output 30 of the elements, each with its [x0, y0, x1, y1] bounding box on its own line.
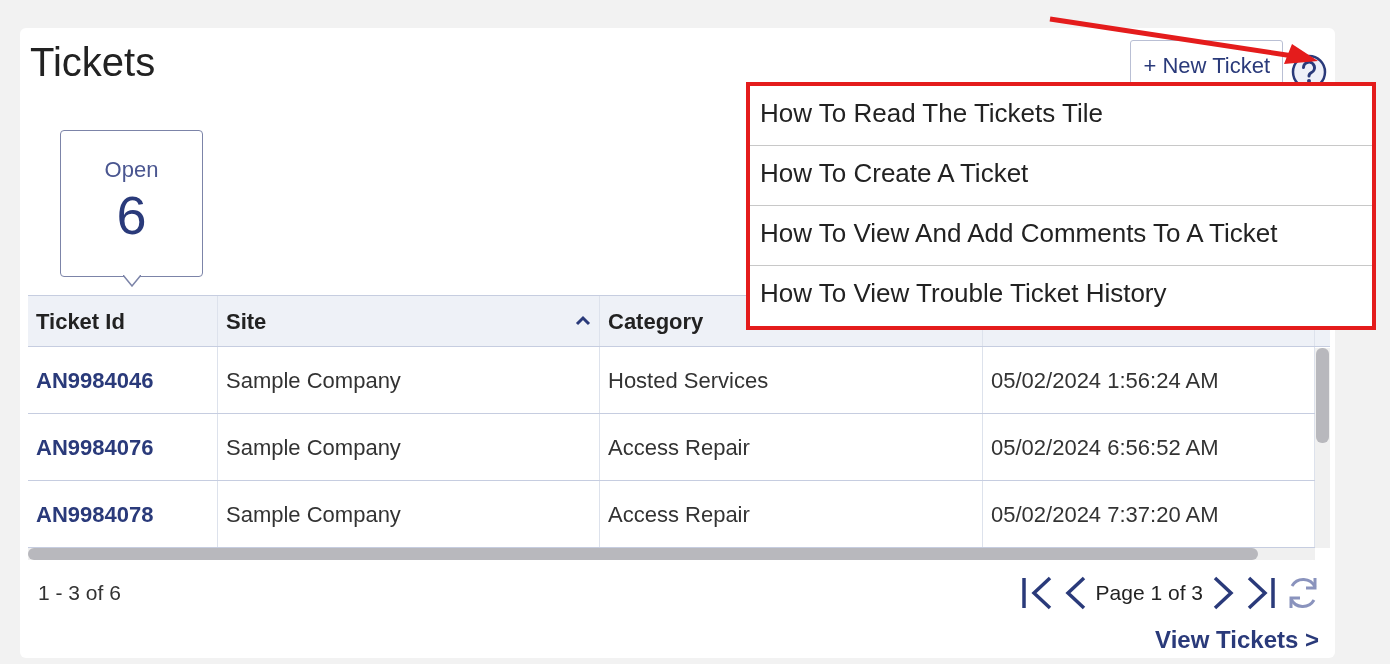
record-range: 1 - 3 of 6: [38, 580, 121, 607]
help-menu-item[interactable]: How To View And Add Comments To A Ticket: [750, 206, 1372, 266]
table-cell-text: Access Repair: [608, 500, 750, 529]
tile-pointer: [123, 275, 141, 287]
help-menu-item[interactable]: How To Create A Ticket: [750, 146, 1372, 206]
sort-ascending-icon[interactable]: [575, 314, 591, 328]
table-cell-text: Sample Company: [226, 433, 401, 462]
ticket-id-link[interactable]: AN9984046: [36, 363, 154, 397]
last-page-icon[interactable]: [1245, 574, 1277, 612]
help-menu-item[interactable]: How To Read The Tickets Tile: [750, 86, 1372, 146]
column-header[interactable]: Site: [218, 296, 600, 346]
view-tickets-link[interactable]: View Tickets >: [20, 622, 1335, 658]
tile-label: Open: [103, 156, 160, 184]
help-menu-item[interactable]: How To View Trouble Ticket History: [750, 266, 1372, 326]
page-title: Tickets: [30, 40, 156, 84]
table-cell-text: Hosted Services: [608, 366, 769, 395]
ticket-id-link[interactable]: AN9984076: [36, 430, 154, 464]
table-cell-text: Sample Company: [226, 500, 401, 529]
table-cell-text: 05/02/2024 7:37:20 AM: [991, 500, 1219, 529]
table-cell-text: Sample Company: [226, 366, 401, 395]
page-indicator: Page 1 of 3: [1095, 580, 1203, 607]
vertical-scrollbar[interactable]: [1315, 348, 1330, 548]
table-cell-text: Access Repair: [608, 433, 750, 462]
table-cell-text: 05/02/2024 6:56:52 AM: [991, 433, 1219, 462]
horizontal-scrollbar[interactable]: [28, 548, 1315, 560]
ticket-id-link[interactable]: AN9984078: [36, 497, 154, 531]
first-page-icon[interactable]: [1019, 574, 1054, 612]
table-cell-text: 05/02/2024 1:56:24 AM: [991, 366, 1219, 395]
tile-count: 6: [115, 186, 148, 246]
column-header[interactable]: Ticket Id: [28, 296, 218, 346]
